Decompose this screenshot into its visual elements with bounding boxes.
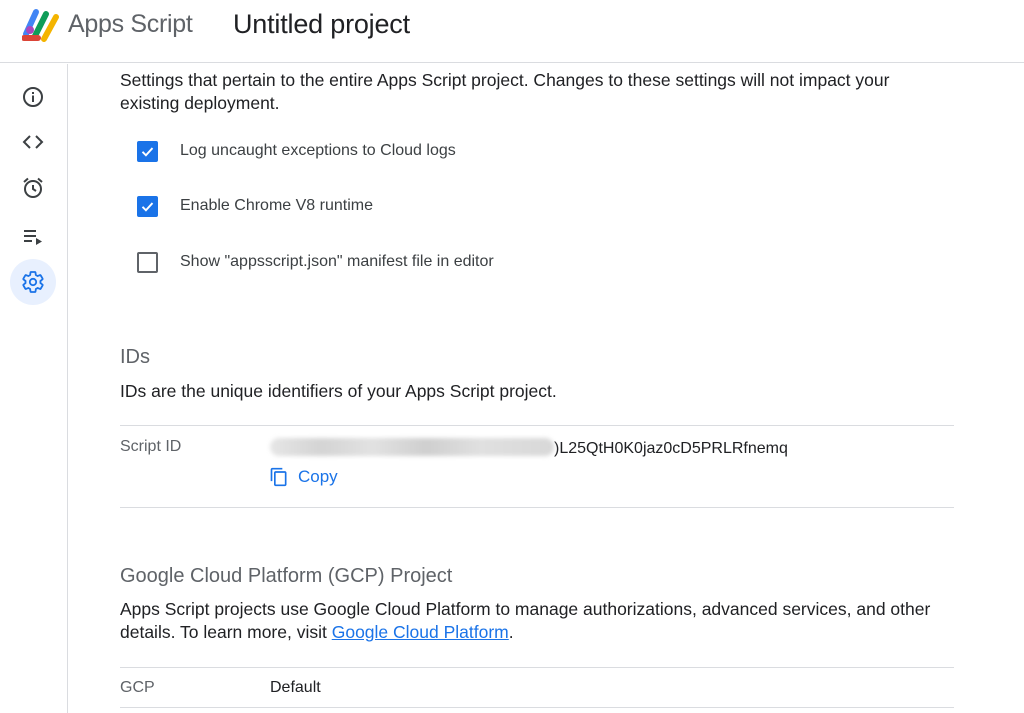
script-id-visible-part: )L25QtH0K0jaz0cD5PRLRfnemq — [554, 440, 788, 457]
ids-description: IDs are the unique identifiers of your A… — [120, 381, 557, 401]
apps-script-logo-icon[interactable] — [22, 8, 62, 42]
show-manifest-checkbox[interactable] — [137, 251, 158, 273]
checkmark-icon — [141, 201, 154, 212]
divider — [120, 507, 954, 508]
info-icon — [23, 87, 43, 107]
sidebar-item-overview[interactable] — [10, 74, 56, 120]
redacted-blur — [270, 438, 554, 456]
checkmark-icon — [141, 146, 154, 157]
script-id-value[interactable]: )L25QtH0K0jaz0cD5PRLRfnemq — [270, 438, 788, 458]
alarm-clock-icon — [23, 177, 43, 198]
executions-icon — [24, 230, 42, 245]
copy-label: Copy — [298, 467, 338, 486]
gcp-description: Apps Script projects use Google Cloud Pl… — [120, 598, 950, 644]
gcp-description-end: . — [508, 622, 514, 642]
ids-section-title: IDs — [120, 346, 150, 368]
top-bar: Apps Script Untitled project — [0, 0, 1024, 63]
sidebar-item-editor[interactable] — [10, 119, 56, 165]
project-title[interactable]: Untitled project — [233, 9, 410, 40]
v8-runtime-checkbox[interactable] — [137, 195, 158, 217]
divider — [120, 667, 954, 668]
gcp-link[interactable]: Google Cloud Platform — [332, 622, 509, 642]
code-icon — [22, 135, 44, 149]
divider — [120, 707, 954, 708]
option-show-manifest[interactable]: Show "appsscript.json" manifest file in … — [137, 250, 494, 274]
v8-runtime-label: Enable Chrome V8 runtime — [180, 197, 373, 214]
gcp-field-value: Default — [270, 679, 321, 696]
general-settings-description: Settings that pertain to the entire Apps… — [120, 70, 890, 113]
settings-panel: Settings that pertain to the entire Apps… — [69, 64, 1024, 713]
sidebar-item-executions[interactable] — [10, 213, 56, 259]
option-log-exceptions[interactable]: Log uncaught exceptions to Cloud logs — [137, 139, 456, 163]
gcp-field-label: GCP — [120, 679, 155, 696]
gear-icon — [22, 271, 44, 293]
script-id-label: Script ID — [120, 438, 182, 455]
sidebar — [0, 64, 68, 713]
divider — [120, 425, 954, 426]
show-manifest-label: Show "appsscript.json" manifest file in … — [180, 253, 494, 270]
log-exceptions-label: Log uncaught exceptions to Cloud logs — [180, 142, 456, 159]
gcp-description-text: Apps Script projects use Google Cloud Pl… — [120, 599, 931, 642]
copy-script-id-button[interactable]: Copy — [269, 465, 338, 489]
log-exceptions-checkbox[interactable] — [137, 140, 158, 162]
brand-name: Apps Script — [68, 10, 193, 38]
copy-icon — [270, 467, 287, 487]
sidebar-item-settings[interactable] — [10, 259, 56, 305]
gcp-section-title: Google Cloud Platform (GCP) Project — [120, 565, 453, 587]
sidebar-item-triggers[interactable] — [10, 165, 56, 211]
option-v8-runtime[interactable]: Enable Chrome V8 runtime — [137, 194, 373, 218]
